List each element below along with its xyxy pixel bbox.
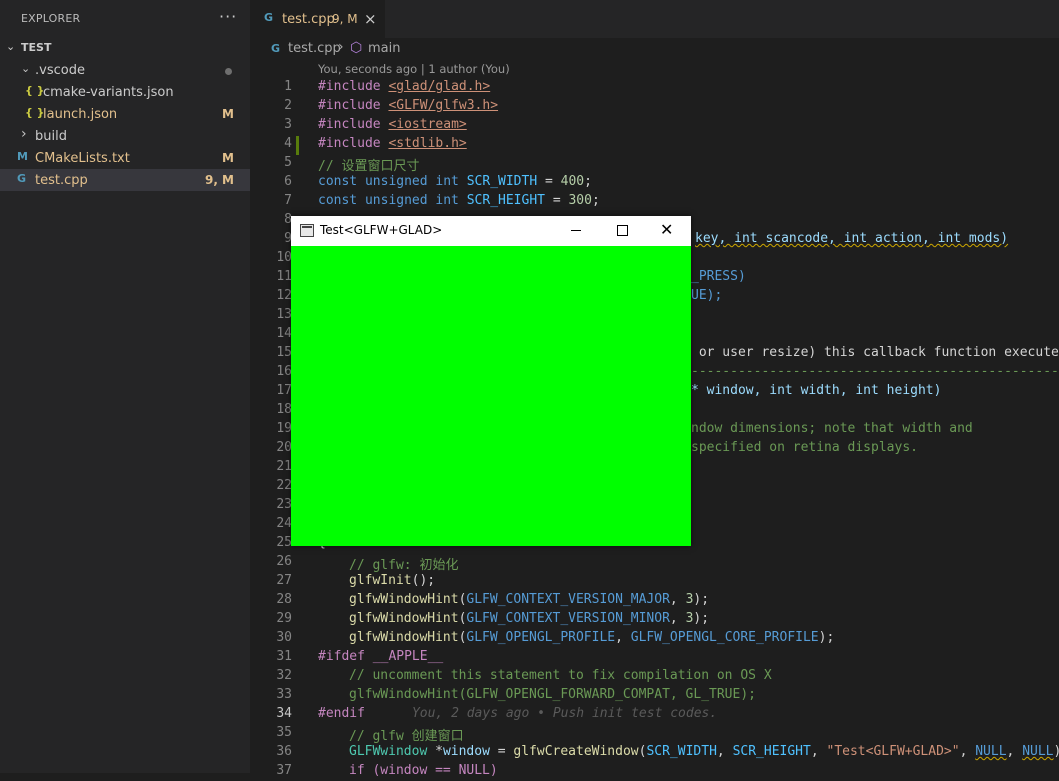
breadcrumb-separator: › xyxy=(338,39,344,55)
explorer-title: EXPLORER xyxy=(21,12,81,25)
code-line-active: 34 #endif You, 2 days ago • Push init te… xyxy=(276,706,718,721)
git-blame-annotation: You, 2 days ago • Push init test codes. xyxy=(411,706,718,721)
code-line: 2 #include <GLFW/glfw3.h> xyxy=(284,98,499,113)
close-button[interactable]: ✕ xyxy=(645,216,691,246)
tree-item-label: .vscode xyxy=(35,63,85,78)
minimize-icon xyxy=(571,230,581,231)
close-icon[interactable]: × xyxy=(364,10,377,28)
chevron-down-icon: ⌄ xyxy=(6,40,16,53)
code-line: 35 // glfw 创建窗口 xyxy=(276,725,464,744)
code-line: 1 #include <glad/glad.h> xyxy=(284,79,491,94)
breadcrumb-symbol[interactable]: main xyxy=(368,41,400,56)
code-line: 7 const unsigned int SCR_HEIGHT = 300; xyxy=(284,193,600,208)
explorer-header: EXPLORER ··· xyxy=(0,0,250,38)
tree-item-test-cpp[interactable]: G test.cpp 9, M xyxy=(0,169,250,191)
tree-item-label: test.cpp xyxy=(35,173,88,188)
close-icon: ✕ xyxy=(660,220,674,239)
app-window-icon xyxy=(300,224,314,237)
tree-item-label: build xyxy=(35,129,67,144)
editor-tab-bar: G test.cpp 9, M × xyxy=(250,0,1059,38)
folder-title: TEST xyxy=(21,41,52,54)
code-line: 30 glfwWindowHint(GLFW_OPENGL_PROFILE, G… xyxy=(276,630,835,645)
glfw-app-window[interactable]: Test<GLFW+GLAD> ✕ xyxy=(291,216,691,546)
code-line: 33 glfwWindowHint(GLFW_OPENGL_FORWARD_CO… xyxy=(276,687,756,702)
tree-item-label: cmake-variants.json xyxy=(43,85,174,100)
tree-item-label: CMakeLists.txt xyxy=(35,151,130,166)
maximize-icon xyxy=(617,225,628,236)
modified-dot-icon xyxy=(225,68,232,75)
symbol-method-icon: ⬡ xyxy=(350,40,363,56)
cmake-file-icon: M xyxy=(17,150,28,163)
explorer-sidebar: EXPLORER ··· ⌄ TEST ⌄ .vscode { } cmake-… xyxy=(0,0,250,773)
tree-item-label: launch.json xyxy=(43,107,118,122)
folder-section-test[interactable]: ⌄ TEST xyxy=(0,37,250,59)
code-line: 6 const unsigned int SCR_WIDTH = 400; xyxy=(284,174,592,189)
json-file-icon: { } xyxy=(25,106,45,119)
maximize-button[interactable] xyxy=(599,216,645,246)
code-line: 31 #ifdef __APPLE__ xyxy=(276,649,444,664)
tab-test-cpp[interactable]: G test.cpp 9, M × xyxy=(250,0,385,38)
tree-item-cmakelists[interactable]: M CMakeLists.txt M xyxy=(0,147,250,169)
minimize-button[interactable] xyxy=(553,216,599,246)
cpp-file-icon: G xyxy=(271,42,281,55)
code-line: 32 // uncomment this statement to fix co… xyxy=(276,668,772,683)
tree-item-build[interactable]: › build xyxy=(0,125,250,147)
breadcrumb-file[interactable]: test.cpp xyxy=(288,41,341,56)
cpp-file-icon: G xyxy=(264,11,274,24)
chevron-right-icon: › xyxy=(21,126,27,142)
tree-item-launch-json[interactable]: { } launch.json M xyxy=(0,103,250,125)
code-line: 5 // 设置窗口尺寸 xyxy=(284,155,420,174)
code-line: 27 glfwInit(); xyxy=(276,573,436,588)
git-status-badge: M xyxy=(222,151,234,165)
git-status-badge: 9, M xyxy=(204,173,234,187)
chevron-down-icon: ⌄ xyxy=(21,62,31,75)
render-canvas[interactable] xyxy=(291,246,691,546)
tree-item-vscode[interactable]: ⌄ .vscode xyxy=(0,59,250,81)
git-status-badge: M xyxy=(222,107,234,121)
more-actions-icon[interactable]: ··· xyxy=(219,7,237,26)
json-file-icon: { } xyxy=(25,84,45,97)
code-line: 3 #include <iostream> xyxy=(284,117,467,132)
code-line: 36 GLFWwindow *window = glfwCreateWindow… xyxy=(276,744,1059,759)
git-codelens[interactable]: You, seconds ago | 1 author (You) xyxy=(318,62,510,76)
tab-status: 9, M xyxy=(332,12,358,26)
tab-label: test.cpp xyxy=(282,12,335,27)
code-line: 37 if (window == NULL) xyxy=(276,763,498,778)
tree-item-cmake-variants[interactable]: { } cmake-variants.json xyxy=(0,81,250,103)
breadcrumb: G test.cpp › ⬡ main xyxy=(250,38,1059,60)
code-line: 29 glfwWindowHint(GLFW_CONTEXT_VERSION_M… xyxy=(276,611,710,626)
code-line: 4 #include <stdlib.h> xyxy=(284,136,467,151)
window-title: Test<GLFW+GLAD> xyxy=(320,223,443,237)
code-line: 26 // glfw: 初始化 xyxy=(276,554,459,573)
cpp-file-icon: G xyxy=(17,172,27,185)
code-line: 28 glfwWindowHint(GLFW_CONTEXT_VERSION_M… xyxy=(276,592,710,607)
window-titlebar[interactable]: Test<GLFW+GLAD> ✕ xyxy=(291,216,691,246)
